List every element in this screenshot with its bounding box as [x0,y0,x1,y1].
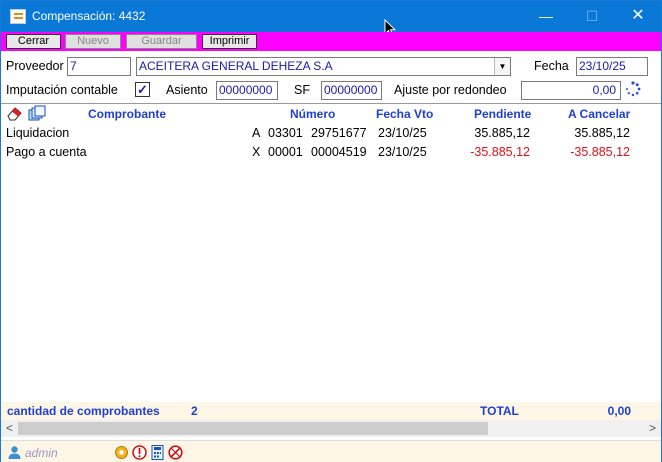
row-point: 03301 [268,126,303,140]
table-row[interactable]: Liquidacion A 03301 29751677 23/10/25 35… [1,126,661,145]
row-pending: 35.885,12 [474,126,530,140]
entry-field[interactable]: 00000000 [216,81,278,100]
col-header-to-cancel[interactable]: A Cancelar [568,107,630,121]
row-due-date: 23/10/25 [378,145,427,159]
col-header-due-date[interactable]: Fecha Vto [376,107,433,121]
row-point: 00001 [268,145,303,159]
totals-bar: cantidad de comprobantes 2 TOTAL 0,00 [1,402,661,420]
count-label: cantidad de comprobantes [7,404,160,418]
col-header-pending[interactable]: Pendiente [474,107,531,121]
copy-documents-icon[interactable] [28,105,46,121]
rounding-field[interactable]: 0,00 [521,81,621,100]
imputation-label: Imputación contable [6,83,118,97]
chevron-down-icon[interactable]: ▼ [494,58,510,75]
row-number: 00004519 [311,145,367,159]
scroll-right-icon[interactable]: > [644,420,661,437]
title-bar[interactable]: Compensación: 4432 — ☐ ✕ [1,1,661,32]
settings-gear-icon[interactable] [114,445,129,460]
row-voucher: Liquidacion [6,126,70,140]
save-button[interactable]: Guardar [126,34,197,49]
row-number: 29751677 [311,126,367,140]
new-button[interactable]: Nuevo [65,34,121,49]
compensation-window: Compensación: 4432 — ☐ ✕ Cerrar Nuevo Gu… [0,0,662,462]
row-pending: -35.885,12 [470,145,530,159]
rounding-label: Ajuste por redondeo [394,83,507,97]
scroll-left-icon[interactable]: < [1,420,18,437]
close-button[interactable]: Cerrar [6,34,61,49]
user-icon [8,446,21,459]
row-voucher: Pago a cuenta [6,145,87,159]
row-letter: X [252,145,261,159]
eraser-icon[interactable] [6,106,23,121]
header-divider [1,103,661,104]
sf-label: SF [294,83,310,97]
date-label: Fecha [534,59,569,73]
supplier-code-field[interactable]: 7 [67,57,131,76]
count-value: 2 [191,404,198,418]
date-field[interactable]: 23/10/25 [576,57,648,76]
maximize-button[interactable]: ☐ [569,1,615,32]
row-letter: A [252,126,261,140]
row-to-cancel: 35.885,12 [574,126,630,140]
close-window-button[interactable]: ✕ [615,1,661,32]
row-due-date: 23/10/25 [378,126,427,140]
col-header-voucher[interactable]: Comprobante [88,107,166,121]
alert-icon[interactable] [132,445,147,460]
calculator-icon[interactable] [150,445,165,460]
loading-spinner-icon [626,81,641,97]
sf-field[interactable]: 00000000 [321,81,382,100]
minimize-button[interactable]: — [523,1,569,32]
user-name: admin [25,446,58,460]
disconnect-icon[interactable] [168,445,183,460]
print-button[interactable]: Imprimir [202,34,257,49]
total-value: 0,00 [607,404,631,418]
table-row[interactable]: Pago a cuenta X 00001 00004519 23/10/25 … [1,145,661,164]
col-header-number[interactable]: Número [290,107,335,121]
total-label: TOTAL [480,404,519,418]
row-to-cancel: -35.885,12 [570,145,630,159]
toolbar: Cerrar Nuevo Guardar Imprimir [1,32,661,51]
supplier-label: Proveedor [6,59,64,73]
app-icon [10,9,26,24]
supplier-name-value: ACEITERA GENERAL DEHEZA S.A [139,59,333,73]
horizontal-scrollbar[interactable]: < > [1,420,661,437]
window-title: Compensación: 4432 [32,9,146,23]
supplier-name-combo[interactable]: ACEITERA GENERAL DEHEZA S.A ▼ [136,57,511,76]
entry-label: Asiento [166,83,208,97]
status-bar: admin [1,440,661,462]
scrollbar-thumb[interactable] [18,422,488,435]
imputation-checkbox[interactable]: ✓ [135,82,150,97]
